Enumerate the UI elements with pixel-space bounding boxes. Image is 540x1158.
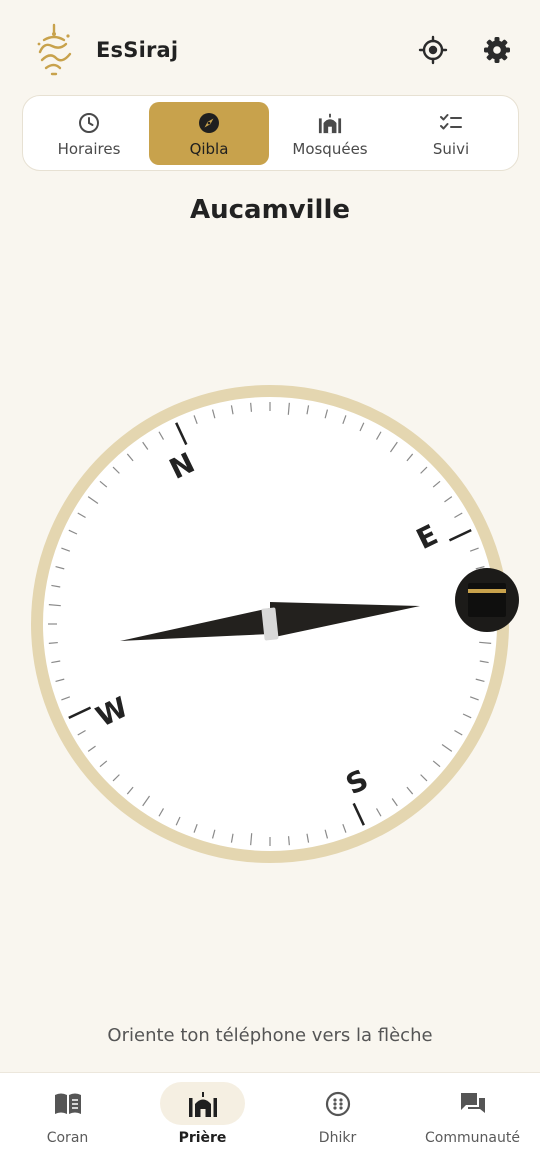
- kaaba-icon: [455, 568, 519, 632]
- nav-dhikr[interactable]: Dhikr: [270, 1073, 405, 1158]
- nav-coran[interactable]: Coran: [0, 1073, 135, 1158]
- location-button[interactable]: [415, 34, 451, 70]
- orientation-hint: Oriente ton téléphone vers la flèche: [107, 1025, 433, 1046]
- nav-communaute[interactable]: Communauté: [405, 1073, 540, 1158]
- mosque-icon: [188, 1089, 218, 1119]
- checklist-icon: [439, 111, 463, 135]
- compass-tick: [250, 402, 253, 412]
- tab-horaires[interactable]: Horaires: [29, 102, 149, 165]
- book-icon: [53, 1089, 83, 1119]
- chat-bubbles-icon: [458, 1089, 488, 1119]
- tab-label: Suivi: [432, 140, 470, 158]
- gear-icon: [482, 35, 512, 69]
- qibla-section-tabs: Horaires Qibla Mosquées Suivi: [22, 95, 519, 171]
- tab-suivi[interactable]: Suivi: [391, 102, 511, 165]
- tab-label: Qibla: [189, 140, 229, 158]
- nav-label: Coran: [46, 1130, 89, 1146]
- nav-label: Communauté: [425, 1130, 520, 1146]
- compass-tick: [48, 641, 58, 644]
- compass-tick: [287, 836, 290, 846]
- settings-button[interactable]: [479, 34, 515, 70]
- clock-icon: [77, 111, 101, 135]
- nav-label: Prière: [178, 1130, 227, 1146]
- app-header: EsSiraj: [0, 0, 540, 96]
- tab-label: Mosquées: [292, 140, 368, 158]
- city-name: Aucamville: [190, 195, 350, 225]
- essiraj-logo-icon: [30, 22, 78, 80]
- qibla-compass: N E S W: [0, 360, 540, 900]
- nav-priere[interactable]: Prière: [135, 1073, 270, 1158]
- nav-label: Dhikr: [318, 1130, 357, 1146]
- tab-label: Horaires: [57, 140, 121, 158]
- bottom-navigation: Coran Prière Dhikr Communauté: [0, 1072, 540, 1158]
- mosque-icon: [318, 111, 342, 135]
- compass-icon: [197, 111, 221, 135]
- tab-qibla[interactable]: Qibla: [149, 102, 269, 165]
- prayer-beads-icon: [323, 1089, 353, 1119]
- gps-target-icon: [418, 35, 448, 69]
- tab-mosquees[interactable]: Mosquées: [270, 102, 390, 165]
- app-title: EsSiraj: [96, 38, 179, 62]
